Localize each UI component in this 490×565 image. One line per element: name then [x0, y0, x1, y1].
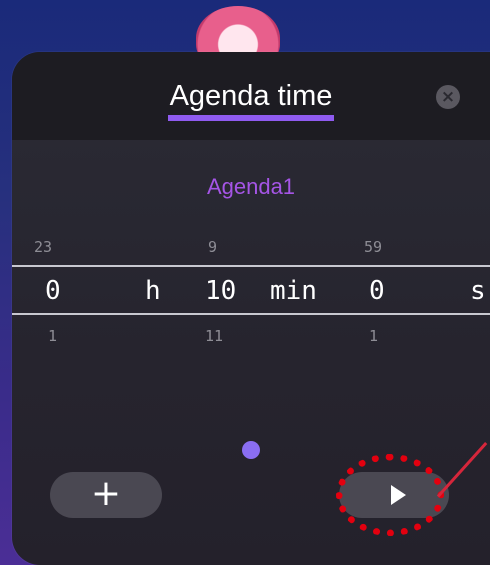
picker-bottom-line: [12, 313, 490, 315]
picker-top-line: [12, 265, 490, 267]
minutes-prev[interactable]: 9: [208, 238, 217, 256]
dialog-title: Agenda time: [12, 80, 490, 121]
seconds-value[interactable]: 0: [369, 276, 385, 306]
annotation-highlight-circle: [336, 454, 444, 536]
minutes-unit: min: [270, 276, 317, 306]
close-icon[interactable]: ×: [436, 85, 460, 109]
seconds-prev[interactable]: 59: [364, 238, 382, 256]
minutes-next[interactable]: 11: [205, 327, 223, 345]
seconds-unit: s: [470, 276, 486, 306]
add-agenda-button[interactable]: +: [50, 472, 162, 518]
minutes-value[interactable]: 10: [205, 276, 236, 306]
hours-value[interactable]: 0: [45, 276, 61, 306]
dialog-header: Agenda time ×: [12, 52, 490, 140]
seconds-next[interactable]: 1: [369, 327, 378, 345]
hours-next[interactable]: 1: [48, 327, 57, 345]
hours-prev[interactable]: 23: [34, 238, 52, 256]
page-indicator-dot: [242, 441, 260, 459]
agenda-name: Agenda1: [206, 174, 296, 199]
hours-unit: h: [145, 276, 161, 306]
